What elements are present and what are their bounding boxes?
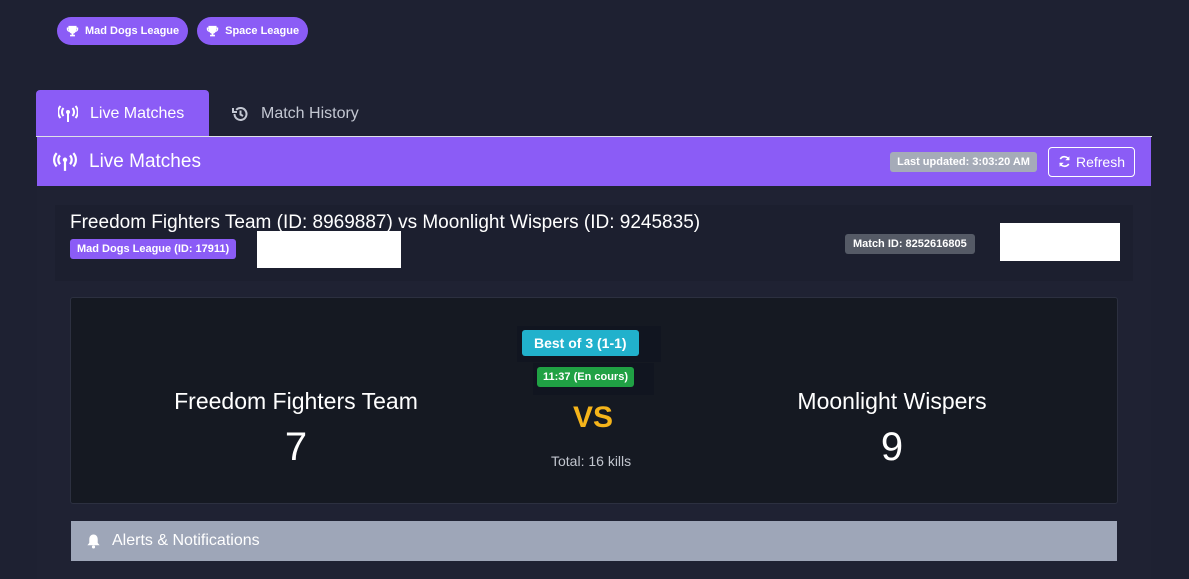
- panel-header: Live Matches Last updated: 3:03:20 AM Re…: [37, 137, 1151, 186]
- vs-label: VS: [573, 401, 614, 434]
- panel-title-text: Live Matches: [89, 150, 201, 172]
- team-left: Freedom Fighters Team 7: [146, 388, 446, 470]
- league-pill-label: Mad Dogs League: [85, 25, 180, 37]
- team-name: Moonlight Wispers: [797, 388, 987, 414]
- tab-bar: Live Matches Match History: [36, 90, 381, 137]
- match-status-badge: 11:37 (En cours): [537, 367, 634, 387]
- last-updated-badge: Last updated: 3:03:20 AM: [890, 151, 1037, 172]
- trophy-icon: [66, 25, 79, 36]
- redacted-area: [1000, 223, 1120, 261]
- team-score: 7: [284, 425, 308, 469]
- league-pill-space[interactable]: Space League: [197, 17, 309, 45]
- trophy-icon: [206, 25, 219, 36]
- refresh-label: Refresh: [1075, 153, 1125, 170]
- tab-label: Match History: [261, 104, 359, 122]
- team-right: Moonlight Wispers 9: [742, 388, 1042, 470]
- league-pill-mad-dogs[interactable]: Mad Dogs League: [57, 17, 189, 45]
- redacted-area: [257, 231, 401, 268]
- panel-title: Live Matches: [53, 151, 201, 173]
- alerts-header[interactable]: Alerts & Notifications: [71, 521, 1117, 561]
- refresh-button[interactable]: Refresh: [1047, 146, 1135, 177]
- history-icon: [232, 106, 248, 121]
- total-kills: Total: 16 kills: [551, 453, 632, 469]
- league-pill-label: Space League: [225, 25, 300, 37]
- bell-icon: [87, 534, 100, 549]
- tab-label: Live Matches: [90, 104, 185, 122]
- team-score: 9: [880, 425, 904, 469]
- alerts-label: Alerts & Notifications: [112, 532, 260, 549]
- team-name: Freedom Fighters Team: [174, 388, 418, 414]
- refresh-icon: [1059, 155, 1070, 168]
- series-badge: Best of 3 (1-1): [522, 330, 639, 356]
- tab-live-matches[interactable]: Live Matches: [36, 90, 209, 137]
- broadcast-icon: [53, 151, 77, 171]
- broadcast-icon: [58, 104, 78, 122]
- tab-match-history[interactable]: Match History: [209, 90, 381, 137]
- match-id-badge: Match ID: 8252616805: [845, 234, 975, 254]
- match-league-badge: Mad Dogs League (ID: 17911): [70, 239, 237, 259]
- league-filter-list: Mad Dogs League Space League: [57, 17, 309, 45]
